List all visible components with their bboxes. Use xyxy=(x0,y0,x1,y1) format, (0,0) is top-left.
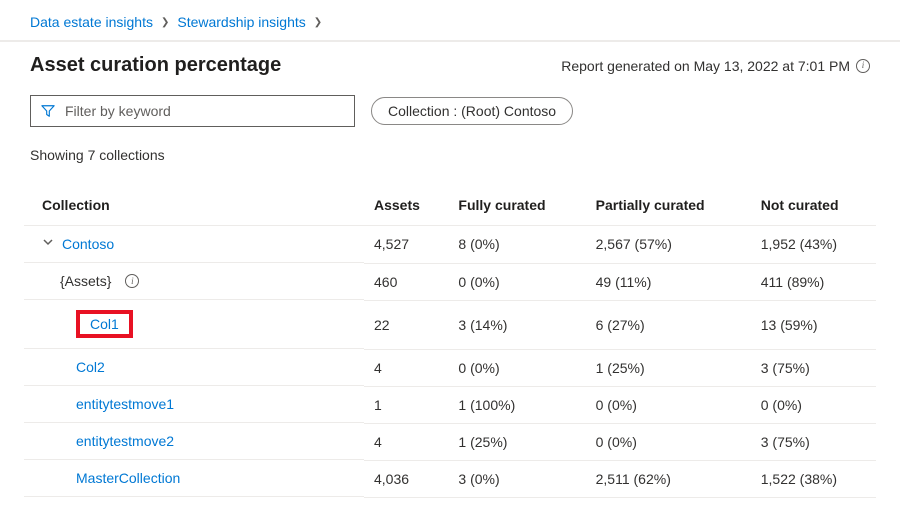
chevron-right-icon: ❯ xyxy=(161,17,169,28)
report-generated-text: Report generated on May 13, 2022 at 7:01… xyxy=(561,58,850,74)
cell-partially: 2,567 (57%) xyxy=(586,226,751,264)
cell-fully: 3 (0%) xyxy=(448,460,585,497)
cell-partially: 6 (27%) xyxy=(586,300,751,349)
cell-fully: 8 (0%) xyxy=(448,226,585,264)
col-header-partially-curated[interactable]: Partially curated xyxy=(586,185,751,226)
cell-not: 0 (0%) xyxy=(751,386,876,423)
cell-partially: 2,511 (62%) xyxy=(586,460,751,497)
cell-fully: 1 (25%) xyxy=(448,423,585,460)
collection-name-cell: Col1 xyxy=(24,300,364,349)
cell-partially: 49 (11%) xyxy=(586,263,751,300)
table-row: entitytestmove111 (100%)0 (0%)0 (0%) xyxy=(24,386,876,423)
cell-fully: 0 (0%) xyxy=(448,263,585,300)
cell-fully: 1 (100%) xyxy=(448,386,585,423)
report-generated-label: Report generated on May 13, 2022 at 7:01… xyxy=(561,58,870,74)
collection-link[interactable]: Col1 xyxy=(90,316,119,332)
col-header-fully-curated[interactable]: Fully curated xyxy=(448,185,585,226)
collection-name-cell: entitytestmove1 xyxy=(24,386,364,423)
cell-partially: 0 (0%) xyxy=(586,423,751,460)
cell-partially: 0 (0%) xyxy=(586,386,751,423)
cell-fully: 3 (14%) xyxy=(448,300,585,349)
table-row: Contoso 4,5278 (0%)2,567 (57%)1,952 (43%) xyxy=(24,226,876,264)
cell-not: 1,952 (43%) xyxy=(751,226,876,264)
collections-table: Collection Assets Fully curated Partiall… xyxy=(24,185,876,498)
cell-not: 13 (59%) xyxy=(751,300,876,349)
collection-name-cell: MasterCollection xyxy=(24,460,364,497)
table-row: Col2 40 (0%)1 (25%)3 (75%) xyxy=(24,349,876,386)
cell-not: 1,522 (38%) xyxy=(751,460,876,497)
table-row: {Assets} i 4600 (0%)49 (11%)411 (89%) xyxy=(24,263,876,300)
cell-assets: 22 xyxy=(364,300,448,349)
cell-not: 3 (75%) xyxy=(751,349,876,386)
page-header: Asset curation percentage Report generat… xyxy=(0,42,900,95)
cell-assets: 1 xyxy=(364,386,448,423)
page-title: Asset curation percentage xyxy=(30,54,281,77)
highlight-box: Col1 xyxy=(76,310,133,338)
breadcrumb-item-data-estate[interactable]: Data estate insights xyxy=(30,14,153,30)
info-icon[interactable]: i xyxy=(856,59,870,73)
collection-name-cell: Col2 xyxy=(24,349,364,386)
cell-assets: 4 xyxy=(364,423,448,460)
table-row: MasterCollection 4,0363 (0%)2,511 (62%)1,… xyxy=(24,460,876,497)
controls-row: Collection : (Root) Contoso xyxy=(0,95,900,139)
collection-name-cell: Contoso xyxy=(24,226,364,263)
breadcrumb: Data estate insights ❯ Stewardship insig… xyxy=(0,0,900,42)
cell-assets: 4,036 xyxy=(364,460,448,497)
col-header-collection[interactable]: Collection xyxy=(24,185,364,226)
table-row: Col1 223 (14%)6 (27%)13 (59%) xyxy=(24,300,876,349)
collection-link[interactable]: entitytestmove1 xyxy=(76,396,174,412)
collection-name-cell: {Assets} i xyxy=(24,263,364,300)
chevron-down-icon[interactable] xyxy=(42,235,54,251)
chevron-right-icon: ❯ xyxy=(314,17,322,28)
cell-fully: 0 (0%) xyxy=(448,349,585,386)
collection-name-cell: entitytestmove2 xyxy=(24,423,364,460)
breadcrumb-item-stewardship[interactable]: Stewardship insights xyxy=(177,14,305,30)
collection-link[interactable]: Col2 xyxy=(76,359,105,375)
col-header-assets[interactable]: Assets xyxy=(364,185,448,226)
cell-not: 411 (89%) xyxy=(751,263,876,300)
collection-link[interactable]: entitytestmove2 xyxy=(76,433,174,449)
filter-input-wrapper[interactable] xyxy=(30,95,355,127)
cell-assets: 4 xyxy=(364,349,448,386)
cell-not: 3 (75%) xyxy=(751,423,876,460)
showing-count: Showing 7 collections xyxy=(0,139,900,171)
table-row: entitytestmove2 41 (25%)0 (0%)3 (75%) xyxy=(24,423,876,460)
col-header-not-curated[interactable]: Not curated xyxy=(751,185,876,226)
cell-assets: 460 xyxy=(364,263,448,300)
collection-link[interactable]: Contoso xyxy=(62,236,114,252)
cell-partially: 1 (25%) xyxy=(586,349,751,386)
filter-icon xyxy=(41,104,55,118)
collection-label: {Assets} xyxy=(60,273,111,289)
cell-assets: 4,527 xyxy=(364,226,448,264)
info-icon[interactable]: i xyxy=(125,274,139,288)
filter-keyword-input[interactable] xyxy=(65,103,344,119)
collection-filter-pill[interactable]: Collection : (Root) Contoso xyxy=(371,97,573,125)
collection-link[interactable]: MasterCollection xyxy=(76,470,180,486)
